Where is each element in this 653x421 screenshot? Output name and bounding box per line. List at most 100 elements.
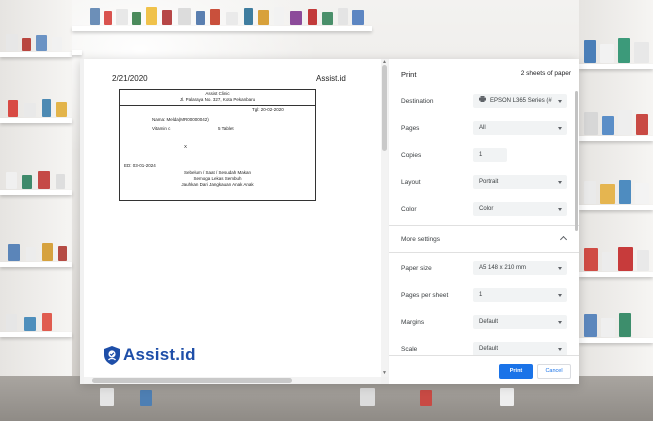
medicine-box [58,246,67,261]
printer-icon [479,96,486,103]
medicine-box [634,42,649,63]
medicine-box [178,8,191,25]
left-shelf [0,0,72,421]
medicine-box [104,11,112,25]
scroll-down-icon[interactable]: ▼ [382,370,387,376]
medicine-box [146,7,157,25]
preview-vertical-scrollbar[interactable]: ▲ ▼ [381,59,388,377]
medicine-box [42,99,51,117]
more-settings-toggle[interactable]: More settings [389,225,579,253]
medicine-box [140,390,152,406]
settings-scrollbar[interactable] [575,87,578,345]
scale-value: Default [479,346,499,352]
shelf-board [579,136,653,141]
medicine-box [52,37,62,51]
scale-label: Scale [401,346,418,353]
scale-select[interactable]: Default [473,342,567,356]
medicine-box [210,9,220,25]
medicine-box [584,112,598,135]
print-settings-panel: Print 2 sheets of paper Destination EPSO… [389,59,579,384]
pages-per-sheet-label: Pages per sheet [401,292,449,299]
medicine-box [226,12,238,25]
medicine-box [42,243,53,261]
medicine-box [56,102,67,117]
medicine-box [602,116,614,135]
medicine-box [619,313,631,337]
print-button[interactable]: Print [499,364,533,379]
shelf-board [72,26,372,31]
shelf-board [579,338,653,343]
logo-text: Assist.id [123,345,196,364]
assist-logo: Assist.id [104,345,196,365]
drug-name: Vitamin c [152,126,171,131]
shelf-board [0,118,72,123]
medicine-box [56,174,65,189]
destination-select[interactable]: EPSON L365 Series (# [473,94,567,108]
page-header-date: 2/21/2020 [112,74,148,83]
preview-horizontal-scroll-thumb[interactable] [92,378,292,383]
dosage-mark: X [184,144,188,149]
medicine-box [420,390,432,406]
color-select[interactable]: Color [473,202,567,216]
medicine-box [584,181,596,204]
medicine-box [618,247,633,271]
pages-label: Pages [401,125,420,132]
shelf-board [579,205,653,210]
medicine-box [601,318,615,337]
prescription-label: Assist Clinic Jl. Palaraya No. 327, Kota… [119,89,316,201]
medicine-box [90,8,100,25]
preview-horizontal-scrollbar[interactable] [84,377,381,384]
medicine-box [619,180,631,204]
page-header-site: Assist.id [316,74,346,83]
medicine-box [162,10,172,25]
medicine-box [8,100,18,117]
medicine-box [584,40,596,63]
medicine-box [22,38,31,51]
layout-select[interactable]: Portrait [473,175,567,189]
medicine-box [116,9,128,25]
medicine-box [6,172,17,189]
dialog-title: Print [401,70,417,79]
settings-scroll-thumb[interactable] [575,91,578,231]
cancel-button[interactable]: Cancel [537,364,571,379]
color-label: Color [401,206,417,213]
medicine-box [42,313,52,331]
layout-value: Portrait [479,179,499,185]
paper-size-select[interactable]: A5 148 x 210 mm [473,261,567,275]
chevron-up-icon[interactable] [559,235,568,244]
medicine-box [636,114,648,135]
chevron-down-icon [558,208,562,211]
expiry-date: ED: 03-01-2024 [124,163,156,168]
medicine-box [338,8,348,25]
medicine-box [8,244,20,261]
shelf-board [579,64,653,69]
margins-label: Margins [401,319,425,326]
shelf-board [0,52,72,57]
destination-label: Destination [401,98,434,105]
medicine-box [600,44,614,63]
medicine-box [258,10,269,25]
preview-vertical-scroll-thumb[interactable] [382,65,387,151]
margins-select[interactable]: Default [473,315,567,329]
copies-input[interactable]: 1 [473,148,507,162]
pages-select[interactable]: All [473,121,567,135]
instruction-children: Jauhkan Dari Jangkauan Anak Anak [181,182,254,187]
medicine-box [274,7,284,25]
shelf-board [0,190,72,195]
medicine-box [26,247,36,261]
shelf-board [579,272,653,277]
copies-value: 1 [479,152,483,158]
drug-quantity: 5 Tablet [218,126,234,131]
medicine-box [602,252,614,271]
print-dialog: 2/21/2020 Assist.id Assist Clinic Jl. Pa… [80,59,579,384]
pages-per-sheet-select[interactable]: 1 [473,288,567,302]
destination-value: EPSON L365 Series (# [490,98,552,104]
medicine-box [322,12,333,25]
layout-label: Layout [401,179,421,186]
shelf-board [0,332,72,337]
medicine-box [584,314,597,337]
medicine-box [24,103,36,117]
medicine-box [38,171,50,189]
medicine-box [290,11,302,25]
medicine-box [100,388,114,406]
